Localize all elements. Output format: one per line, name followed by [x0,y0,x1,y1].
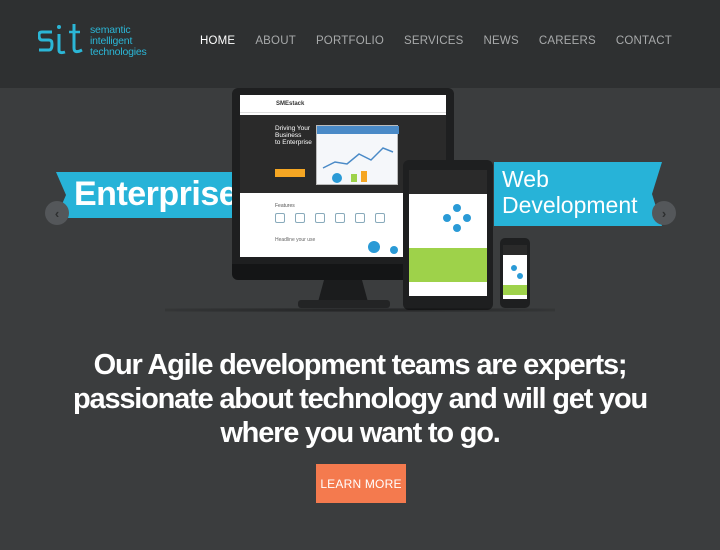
slider-prev-button[interactable]: ‹ [45,201,69,225]
monitor-stand-neck [318,280,368,302]
tablet-screen [409,170,487,296]
nav-careers[interactable]: CAREERS [539,35,596,47]
nav-services[interactable]: SERVICES [404,35,464,47]
nav-home[interactable]: HOME [200,35,235,47]
tagline-line-2: passionate about technology and will get… [73,383,648,415]
slider-next-button[interactable]: › [652,201,676,225]
web-development-line-1: Web [502,166,549,192]
mockup-circle-graphic [390,246,398,254]
learn-more-button[interactable]: LEARN MORE [316,464,406,503]
enterprise-label: Enterprise [74,175,238,213]
logo-line-3: technologies [90,46,147,58]
main-nav: HOME ABOUT PORTFOLIO SERVICES NEWS CAREE… [200,35,672,47]
tablet-mockup-diagram [409,196,487,244]
mockup-dashboard-image [316,125,399,185]
mockup-hero-line-1: Driving Your [275,125,311,132]
nav-about[interactable]: ABOUT [255,35,296,47]
diagram-node [453,224,461,232]
feature-icon [295,213,305,223]
mockup-section-label: Headline your use [275,237,316,243]
chevron-right-icon: › [661,205,667,221]
phone-mockup-header [503,245,527,255]
tagline-line-1: Our Agile development teams are experts; [93,349,628,381]
site-header: semantic intelligent technologies HOME A… [0,0,720,88]
phone-screen [503,245,527,299]
diagram-node [463,214,471,222]
web-development-line-2: Development [502,192,638,218]
diagram-node [443,214,451,222]
mockup-hero-line-3: to Enterprise [275,139,312,146]
tablet-mockup-header [409,170,487,194]
mockup-logo: SMEstack [276,101,305,107]
mockup-features-label: Features [275,203,295,209]
dashboard-chart-graphic [317,126,399,183]
feature-icon [275,213,285,223]
diagram-node [453,204,461,212]
site-logo[interactable]: semantic intelligent technologies [37,20,163,64]
mockup-feature-icons [275,213,385,223]
tagline-line-3: where you want to go. [220,417,501,449]
nav-contact[interactable]: CONTACT [616,35,672,47]
phone-mockup-green-section [503,285,527,295]
monitor-stand-foot [298,300,390,308]
devices-shadow [165,308,555,312]
mockup-circle-graphic [368,241,380,253]
mockup-hero-button [275,169,305,177]
hero-tagline: Our Agile development teams are experts;… [0,348,720,450]
feature-icon [355,213,365,223]
web-development-label: Web Development [502,166,638,218]
chevron-left-icon: ‹ [54,205,60,221]
diagram-node [511,265,517,271]
mockup-hero-line-2: Business [275,132,302,139]
feature-icon [375,213,385,223]
feature-icon [315,213,325,223]
nav-news[interactable]: NEWS [484,35,519,47]
tablet-mockup-green-section [409,248,487,282]
sit-logo-mark [37,24,83,55]
diagram-node [517,273,523,279]
logo-wordmark: semantic intelligent technologies [90,25,147,58]
mockup-topbar [240,95,446,113]
feature-icon [335,213,345,223]
mockup-hero-text: Driving Your Business to Enterprise [275,125,312,146]
nav-portfolio[interactable]: PORTFOLIO [316,35,384,47]
